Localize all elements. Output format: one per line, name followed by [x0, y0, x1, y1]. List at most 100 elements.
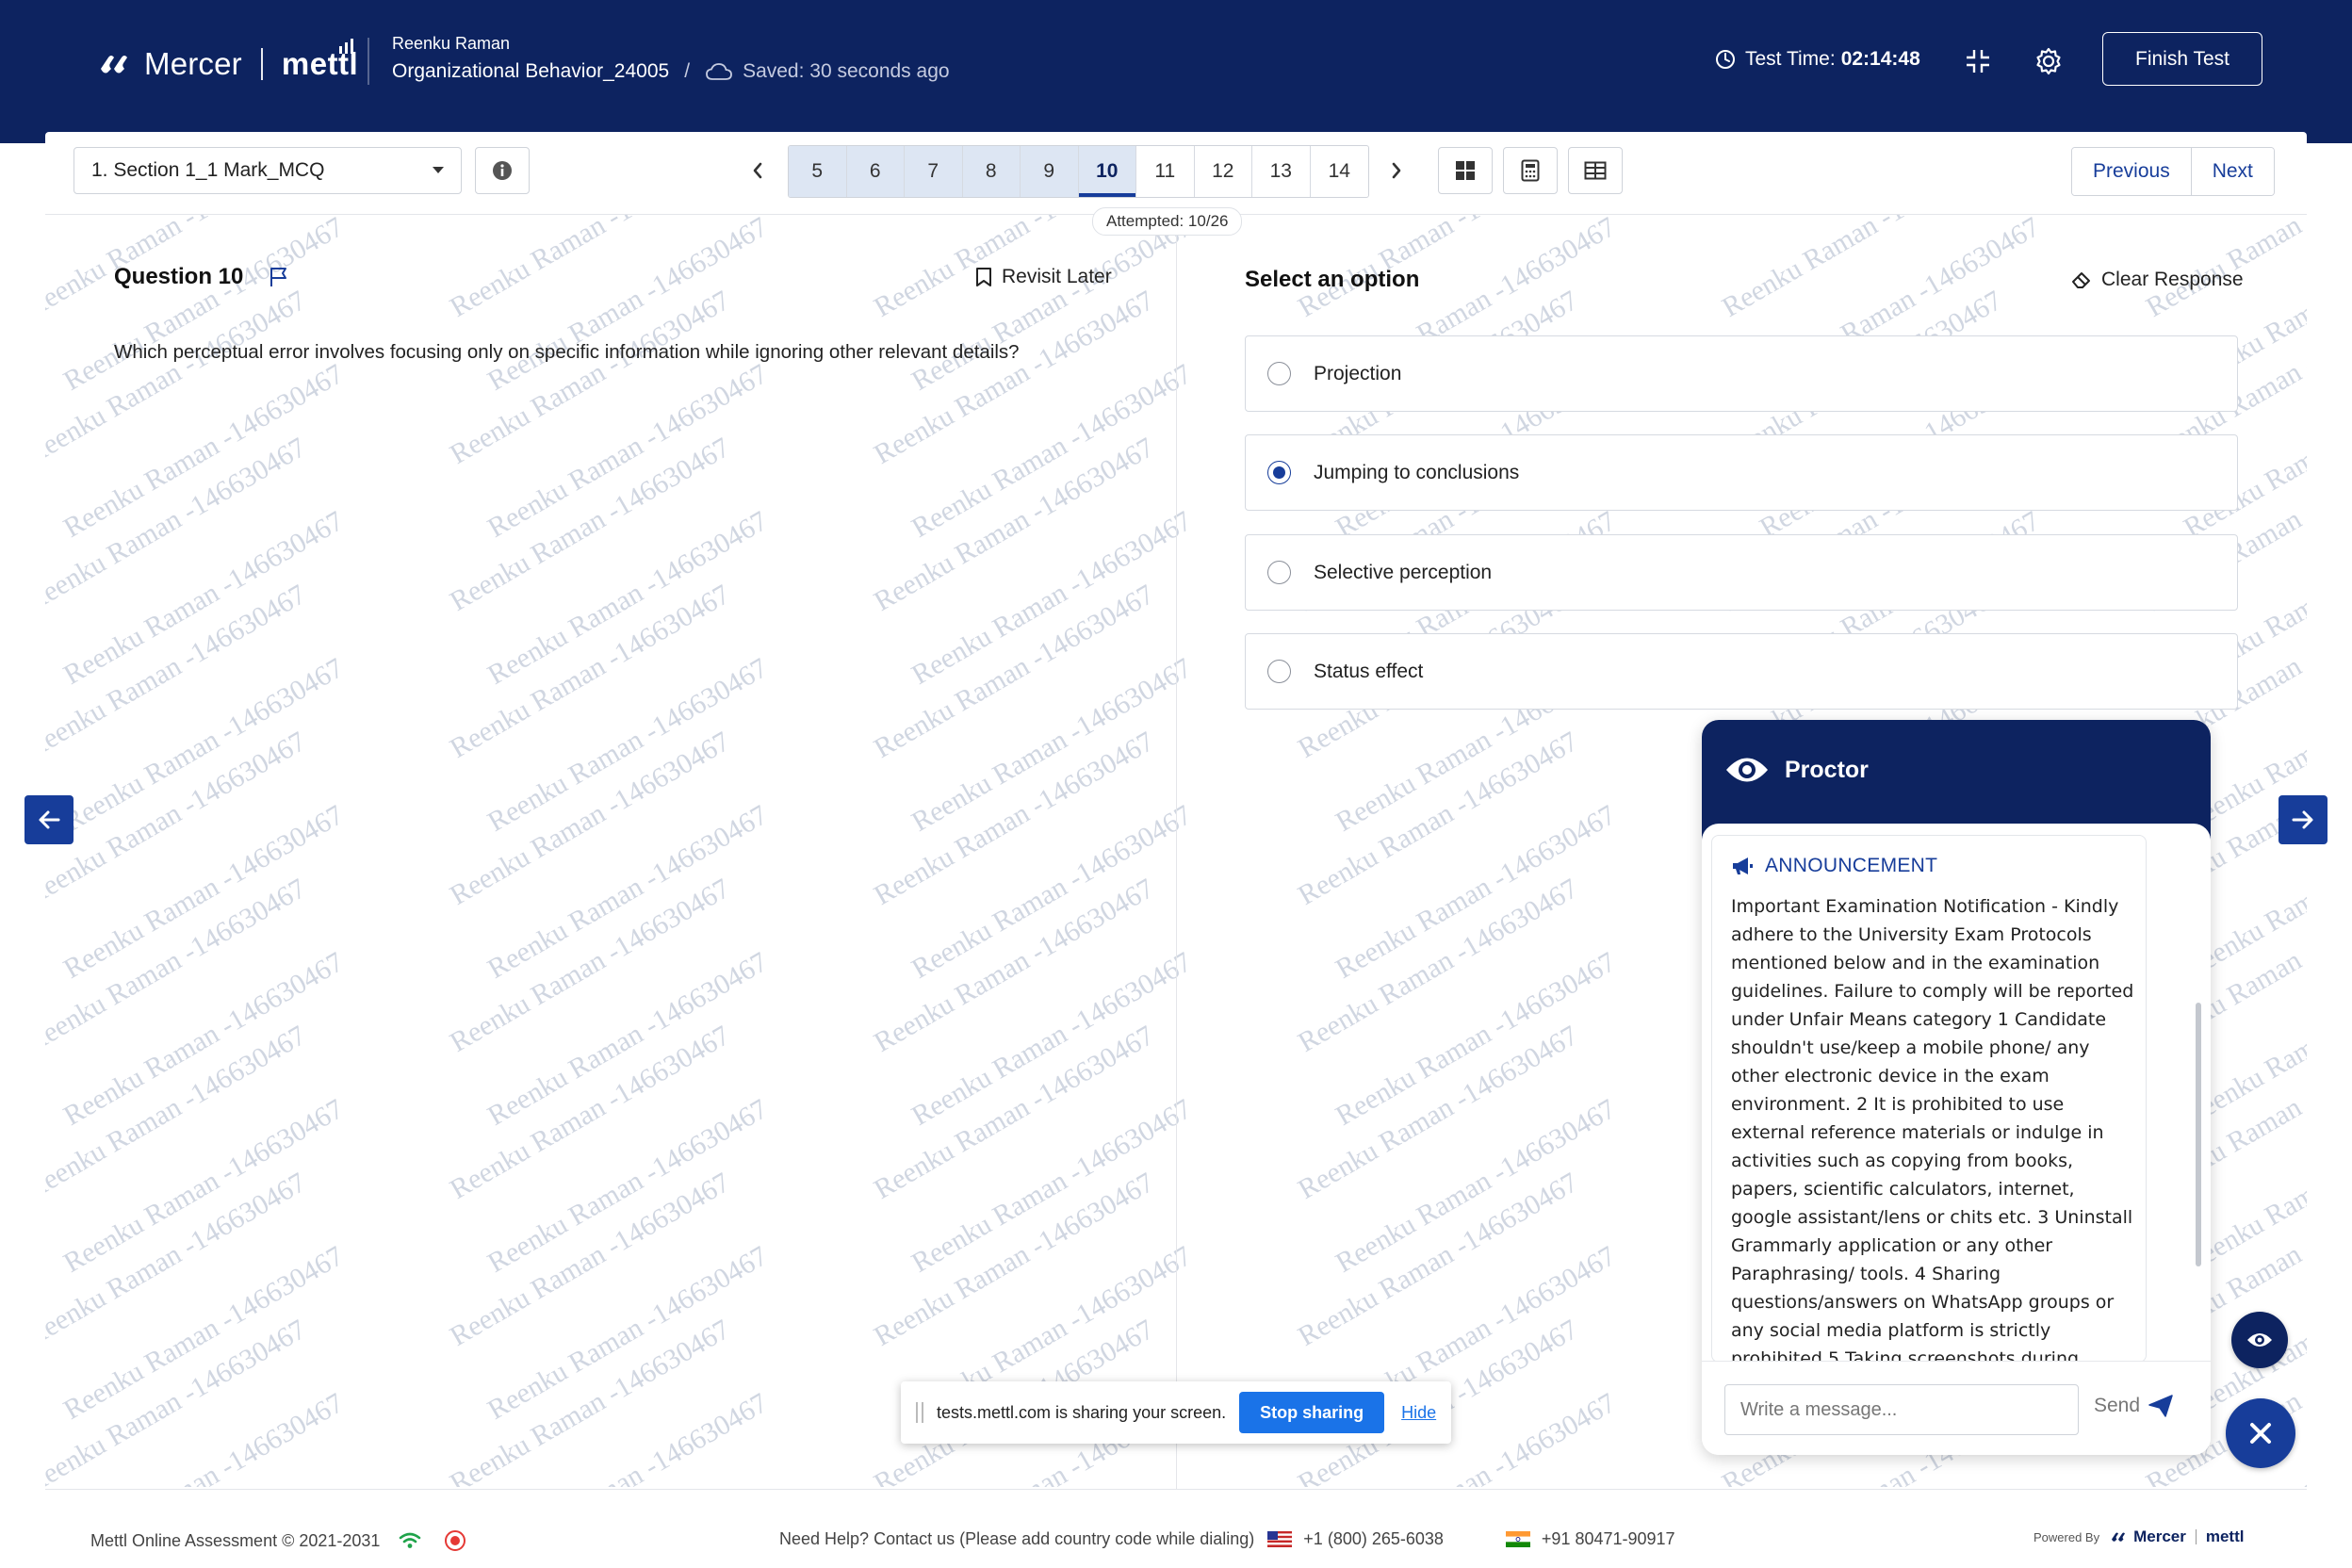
powered-mercer-logo: Mercer [2111, 1527, 2186, 1546]
page-button[interactable]: 8 [962, 146, 1021, 197]
calculator-button[interactable] [1503, 147, 1558, 194]
watermark-text: Reenku Raman -146630467 [869, 285, 1160, 471]
eraser-icon [2072, 272, 2090, 288]
chevron-left-icon [753, 162, 762, 179]
watermark-text: Reenku Raman -146630467 [869, 432, 1160, 618]
radio-button-checked[interactable] [1267, 461, 1291, 484]
watermark-text: Reenku Raman -146630467 [58, 1240, 350, 1427]
radio-button[interactable] [1267, 362, 1291, 385]
watermark-text: Reenku Raman -146630467 [45, 1314, 312, 1487]
powered-divider [2195, 1529, 2197, 1544]
proctor-scrollbar[interactable] [2196, 1003, 2201, 1266]
mercer-logo: Mercer [99, 46, 242, 82]
watermark-text: Reenku Raman -146630467 [445, 579, 736, 765]
section-info-button[interactable] [475, 147, 530, 194]
proctor-messages[interactable]: ANNOUNCEMENT Important Examination Notif… [1702, 824, 2211, 1363]
watermark-text: Reenku Raman -146630467 [1293, 873, 1584, 1059]
powered-by-label: Powered By [2034, 1529, 2100, 1544]
revisit-label: Revisit Later [1002, 266, 1112, 287]
grid-view-button[interactable] [1438, 147, 1493, 194]
page-button-current[interactable]: 10 [1078, 146, 1136, 197]
help-text: Need Help? Contact us (Please add countr… [779, 1529, 1255, 1548]
watermark-text: Reenku Raman -146630467 [1293, 1020, 1584, 1206]
flag-question-button[interactable] [268, 266, 290, 288]
watermark-text: Reenku Raman -146630467 [869, 873, 1160, 1059]
page-button[interactable]: 9 [1021, 146, 1079, 197]
pager-prev-button[interactable] [744, 155, 771, 187]
option-item[interactable]: Status effect [1245, 633, 2238, 710]
page-button[interactable]: 6 [846, 146, 905, 197]
watermark-text: Reenku Raman -146630467 [482, 215, 774, 398]
watermark-text: Reenku Raman -146630467 [445, 285, 736, 471]
finish-test-button[interactable]: Finish Test [2102, 32, 2262, 86]
page-button[interactable]: 5 [789, 146, 847, 197]
info-icon [493, 161, 512, 180]
previous-button[interactable]: Previous [2072, 148, 2191, 195]
header-divider [368, 38, 369, 85]
collapse-icon [1967, 50, 1989, 73]
option-item-selected[interactable]: Jumping to conclusions [1245, 434, 2238, 511]
proctor-panel: Proctor ANNOUNCEMENT Important Examinati… [1702, 720, 2211, 1455]
table-view-button[interactable] [1568, 147, 1623, 194]
watermark-text: Reenku Raman -146630467 [482, 505, 774, 692]
recording-icon [445, 1530, 466, 1551]
us-flag-icon [1267, 1531, 1293, 1547]
mettl-logo: mettl [282, 39, 358, 82]
exit-fullscreen-button[interactable] [1962, 45, 1994, 77]
radio-button[interactable] [1267, 561, 1291, 584]
watermark-text: Reenku Raman -146630467 [45, 1167, 312, 1353]
drag-handle[interactable] [916, 1402, 923, 1423]
section-select[interactable]: 1. Section 1_1 Mark_MCQ [74, 147, 462, 194]
radio-button[interactable] [1267, 660, 1291, 683]
mercer-text: Mercer [144, 46, 242, 81]
watermark-text: Reenku Raman -146630467 [482, 652, 774, 839]
question-nav-group: Previous Next [2071, 147, 2275, 196]
watermark-text: Reenku Raman -146630467 [445, 1314, 736, 1487]
options-title: Select an option [1245, 267, 1420, 292]
hide-share-bar-link[interactable]: Hide [1401, 1403, 1436, 1423]
page-button[interactable]: 7 [905, 146, 963, 197]
watermark-text: Reenku Raman -146630467 [45, 432, 312, 618]
page-button[interactable]: 11 [1136, 146, 1195, 197]
watermark-text: Reenku Raman -146630467 [1331, 946, 1622, 1133]
phone-us: +1 (800) 265-6038 [1303, 1529, 1444, 1548]
watermark-text: Reenku Raman -146630467 [45, 873, 312, 1059]
page-button[interactable]: 13 [1252, 146, 1311, 197]
watermark-text: Reenku Raman -146630467 [58, 946, 350, 1133]
revisit-later-button[interactable]: Revisit Later [975, 266, 1112, 288]
message-input[interactable] [1724, 1384, 2079, 1435]
brand-logo: Mercer mettl [99, 39, 358, 83]
next-button[interactable]: Next [2190, 148, 2274, 195]
next-question-arrow[interactable] [2278, 795, 2328, 844]
stop-sharing-button[interactable]: Stop sharing [1239, 1392, 1385, 1433]
question-pager: 5 6 7 8 9 10 11 12 13 14 [788, 145, 1369, 198]
share-text: tests.mettl.com is sharing your screen. [937, 1402, 1227, 1422]
page-button[interactable]: 12 [1195, 146, 1252, 197]
watermark-text: Reenku Raman -146630467 [906, 1093, 1198, 1280]
watermark-text: Reenku Raman -146630467 [869, 1020, 1160, 1206]
watermark-text: Reenku Raman -146630467 [45, 579, 312, 765]
pager-next-button[interactable] [1383, 155, 1410, 187]
previous-question-arrow[interactable] [24, 795, 74, 844]
watermark-text: Reenku Raman -146630467 [445, 432, 736, 618]
watermark-text: Reenku Raman -146630467 [906, 799, 1198, 986]
watermark-text: Reenku Raman -146630467 [482, 1240, 774, 1427]
send-button[interactable]: Send [2094, 1394, 2174, 1418]
clear-response-button[interactable]: Clear Response [2071, 269, 2244, 291]
close-proctor-button[interactable] [2226, 1398, 2295, 1468]
attempted-count: Attempted: 10/26 [1092, 207, 1243, 236]
watermark-text: Reenku Raman -146630467 [482, 799, 774, 986]
close-icon [2250, 1423, 2271, 1444]
page-button[interactable]: 14 [1311, 146, 1369, 197]
watermark-text: Reenku Raman -146630467 [45, 1020, 312, 1206]
option-label: Jumping to conclusions [1314, 461, 1520, 483]
copyright-text: Mettl Online Assessment © 2021-2031 [90, 1530, 381, 1550]
watermark-text: Reenku Raman -146630467 [58, 505, 350, 692]
watermark-text: Reenku Raman -146630467 [482, 358, 774, 545]
watermark-text: Reenku Raman -146630467 [58, 799, 350, 986]
option-item[interactable]: Selective perception [1245, 534, 2238, 611]
settings-button[interactable] [2033, 45, 2065, 77]
option-item[interactable]: Projection [1245, 335, 2238, 412]
proctor-view-button[interactable] [2231, 1312, 2288, 1368]
watermark-text: Reenku Raman -146630467 [58, 1387, 350, 1487]
